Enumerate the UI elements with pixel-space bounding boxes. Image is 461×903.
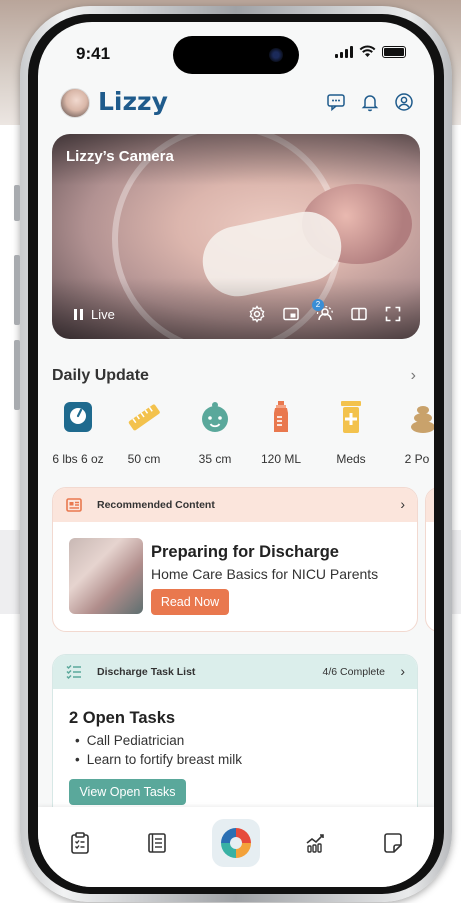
metric-label: 2 Po bbox=[404, 452, 430, 466]
ruler-icon bbox=[128, 404, 160, 431]
volume-down-button bbox=[14, 340, 20, 410]
metric-label: 35 cm bbox=[198, 452, 232, 466]
diaper-icon bbox=[411, 406, 434, 433]
avatar[interactable] bbox=[60, 88, 90, 118]
book-icon bbox=[148, 833, 166, 853]
signal-icon bbox=[335, 45, 353, 58]
chevron-right-icon[interactable]: › bbox=[411, 367, 416, 385]
live-label: Live bbox=[91, 307, 115, 322]
baby-face-icon bbox=[202, 402, 228, 432]
daily-update-title: Daily Update bbox=[52, 367, 149, 384]
article-title: Preparing for Discharge bbox=[151, 543, 339, 561]
app-screen: 9:41 Lizzy Lizzy’s Camera Live 2 Daily U… bbox=[38, 22, 434, 887]
nav-library[interactable] bbox=[137, 823, 177, 863]
checklist-icon bbox=[71, 832, 89, 854]
nav-home[interactable] bbox=[212, 819, 260, 867]
app-logo-icon bbox=[221, 828, 251, 858]
recommended-content-card[interactable]: Recommended Content › Preparing for Disc… bbox=[52, 487, 418, 632]
next-card-header bbox=[426, 488, 434, 522]
growth-chart-icon bbox=[306, 834, 324, 853]
metric-label: 120 ML bbox=[260, 452, 302, 466]
camera-actions bbox=[248, 305, 402, 323]
wifi-icon bbox=[359, 45, 376, 57]
camera-title: Lizzy’s Camera bbox=[66, 148, 174, 165]
bell-icon[interactable] bbox=[360, 92, 380, 112]
view-open-tasks-button[interactable]: View Open Tasks bbox=[69, 779, 186, 805]
open-tasks-title: 2 Open Tasks bbox=[69, 709, 176, 727]
live-toggle[interactable]: Live bbox=[74, 307, 115, 322]
chat-icon[interactable] bbox=[326, 92, 346, 112]
settings-icon[interactable] bbox=[248, 305, 266, 323]
read-now-button[interactable]: Read Now bbox=[151, 589, 229, 615]
checklist-icon bbox=[66, 664, 81, 680]
metric-length[interactable]: 50 cm bbox=[112, 399, 176, 466]
recommended-header-label: Recommended Content bbox=[97, 499, 215, 511]
discharge-task-card[interactable]: Discharge Task List 4/6 Complete › 2 Ope… bbox=[52, 654, 418, 824]
metric-head-circumference[interactable]: 35 cm bbox=[183, 399, 247, 466]
task-list-header: Discharge Task List 4/6 Complete › bbox=[53, 655, 417, 689]
picture-in-picture-icon[interactable] bbox=[282, 305, 300, 323]
list-item: Call Pediatrician bbox=[75, 733, 242, 748]
bottom-navigation bbox=[38, 807, 434, 887]
notes-icon bbox=[384, 833, 402, 853]
app-header: Lizzy bbox=[60, 84, 414, 124]
chevron-right-icon[interactable]: › bbox=[400, 496, 405, 512]
metric-weight[interactable]: 6 lbs 6 oz bbox=[46, 399, 110, 466]
metric-label: Meds bbox=[336, 452, 366, 466]
mute-switch bbox=[14, 185, 20, 221]
bottle-icon bbox=[274, 401, 288, 432]
nav-tasks[interactable] bbox=[60, 823, 100, 863]
pause-icon bbox=[74, 309, 83, 320]
metric-label: 50 cm bbox=[127, 452, 161, 466]
status-time: 9:41 bbox=[76, 44, 111, 63]
metric-label: 6 lbs 6 oz bbox=[52, 452, 104, 466]
page-title: Lizzy bbox=[98, 87, 168, 116]
front-camera-icon bbox=[269, 48, 283, 62]
metric-medication[interactable]: Meds bbox=[319, 399, 383, 466]
nav-notes[interactable] bbox=[373, 823, 413, 863]
article-subtitle: Home Care Basics for NICU Parents bbox=[151, 566, 379, 582]
chevron-right-icon[interactable]: › bbox=[400, 663, 405, 679]
task-list-header-label: Discharge Task List bbox=[97, 666, 196, 678]
camera-feed[interactable]: Lizzy’s Camera Live 2 bbox=[52, 134, 420, 339]
volume-up-button bbox=[14, 255, 20, 325]
status-icons bbox=[335, 45, 406, 58]
next-content-card[interactable] bbox=[425, 487, 434, 632]
newspaper-icon bbox=[66, 498, 82, 512]
daily-metrics: 6 lbs 6 oz 50 cm 35 cm 120 ML Meds 2 Po bbox=[46, 399, 434, 469]
dynamic-island bbox=[173, 36, 299, 74]
metric-feeding[interactable]: 120 ML bbox=[249, 399, 313, 466]
medicine-icon bbox=[341, 401, 361, 433]
recommended-header: Recommended Content › bbox=[53, 488, 417, 522]
camera-controls: Live 2 bbox=[66, 299, 406, 325]
task-progress: 4/6 Complete bbox=[322, 666, 385, 678]
status-bar: 9:41 bbox=[38, 22, 434, 82]
profile-icon[interactable] bbox=[394, 92, 414, 112]
split-view-icon[interactable] bbox=[350, 305, 368, 323]
open-tasks-list: Call Pediatrician Learn to fortify breas… bbox=[75, 733, 242, 771]
header-actions bbox=[326, 92, 414, 112]
article-thumbnail bbox=[69, 538, 143, 614]
list-item: Learn to fortify breast milk bbox=[75, 752, 242, 767]
fullscreen-icon[interactable] bbox=[384, 305, 402, 323]
metric-diapers[interactable]: 2 Po bbox=[385, 399, 434, 466]
nav-growth[interactable] bbox=[296, 823, 336, 863]
scale-icon bbox=[64, 402, 92, 432]
viewers-count-badge: 2 bbox=[312, 299, 324, 311]
battery-icon bbox=[382, 45, 406, 58]
